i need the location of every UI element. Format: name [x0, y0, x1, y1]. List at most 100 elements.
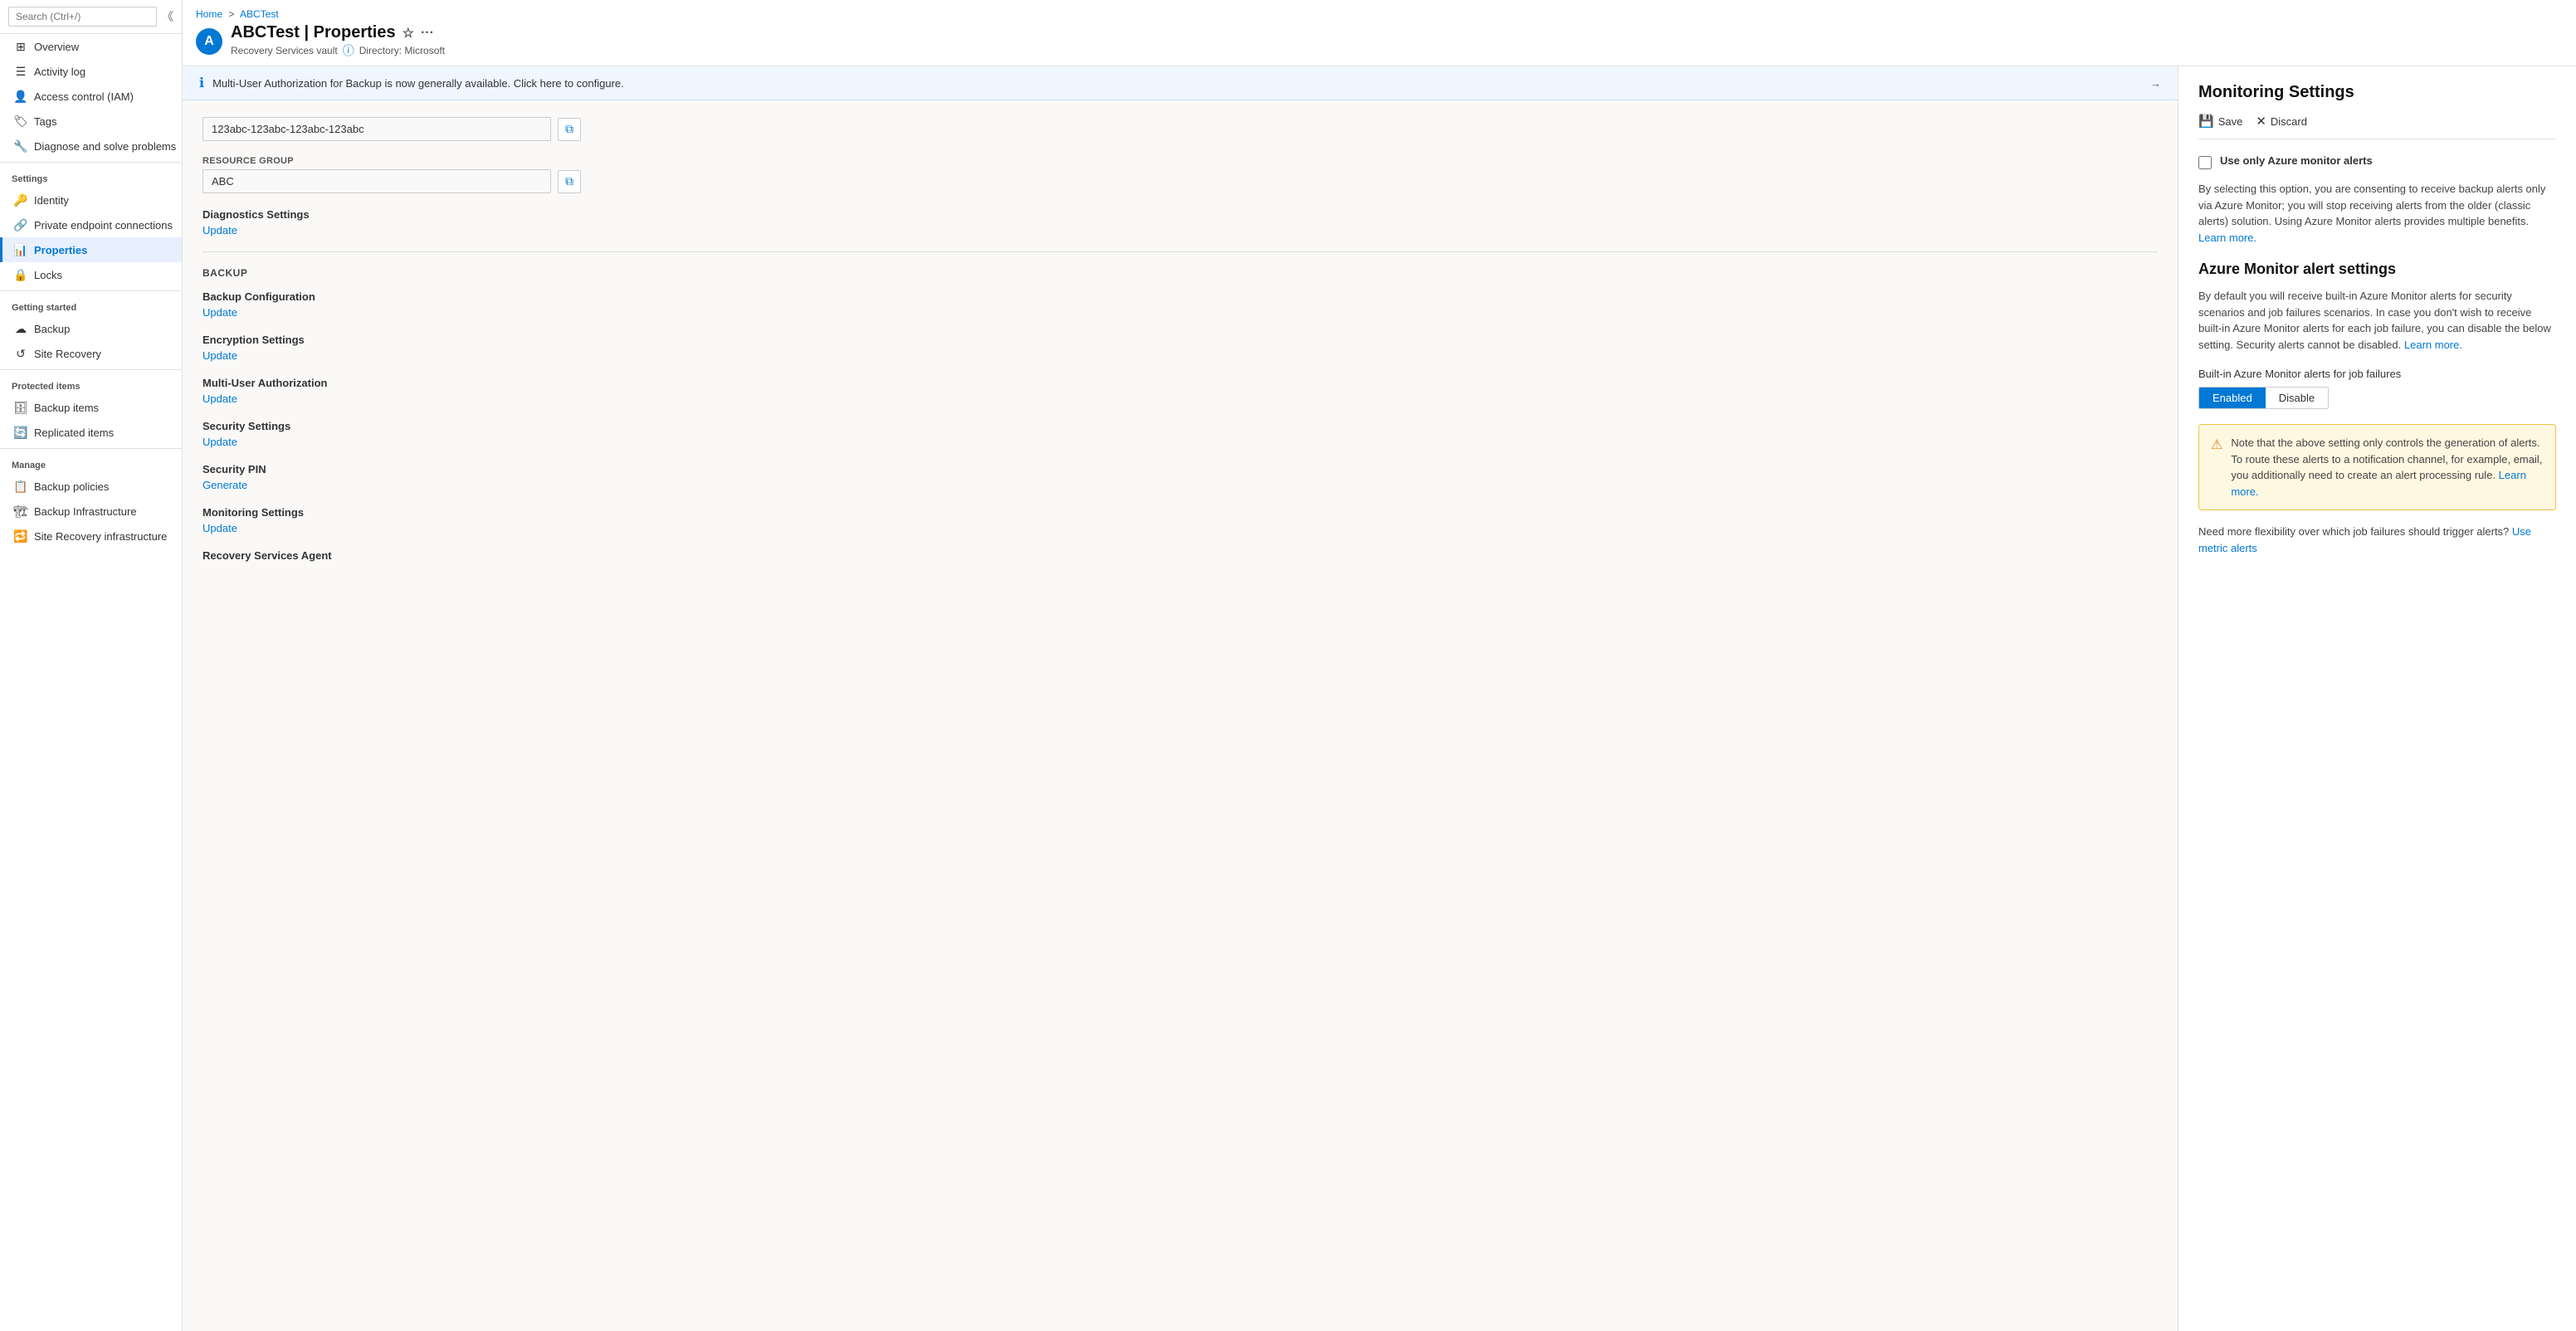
sidebar-item-label: Backup policies	[34, 480, 109, 493]
save-button[interactable]: 💾 Save	[2198, 114, 2242, 129]
backup-infrastructure-icon: 🏗	[14, 505, 27, 518]
security-settings-update-link[interactable]: Update	[202, 436, 237, 448]
sidebar-item-activity-log[interactable]: ☰ Activity log	[0, 59, 182, 84]
learn-more-link-1[interactable]: Learn more.	[2198, 232, 2256, 244]
sidebar-item-site-recovery-infrastructure[interactable]: 🔁 Site Recovery infrastructure	[0, 524, 182, 548]
breadcrumb: Home > ABCTest	[196, 8, 2563, 20]
mua-update-link[interactable]: Update	[202, 392, 237, 405]
collapse-sidebar-button[interactable]: 《	[162, 8, 173, 25]
page-icon: A	[196, 28, 222, 55]
resource-group-input	[202, 169, 551, 193]
sidebar-item-properties[interactable]: 📊 Properties	[0, 237, 182, 262]
monitoring-panel-title: Monitoring Settings	[2198, 83, 2556, 102]
backup-section-heading: BACKUP	[202, 267, 2158, 279]
resource-group-field: Resource group ⧉	[202, 156, 2158, 193]
banner-arrow-icon: →	[2150, 77, 2161, 90]
diagnostics-title: Diagnostics Settings	[202, 208, 2158, 221]
content-area: ℹ Multi-User Authorization for Backup is…	[183, 66, 2576, 1331]
security-pin-generate-link[interactable]: Generate	[202, 479, 247, 491]
sidebar-item-backup-items[interactable]: 🗄 Backup items	[0, 395, 182, 420]
sidebar-item-site-recovery[interactable]: ↺ Site Recovery	[0, 341, 182, 366]
search-input[interactable]	[8, 7, 157, 27]
resource-id-row: ⧉	[202, 117, 2158, 141]
diagnose-icon: 🔧	[14, 139, 27, 153]
security-settings-title: Security Settings	[202, 420, 2158, 432]
backup-config-row: Backup Configuration Update	[202, 290, 2158, 319]
encryption-settings-row: Encryption Settings Update	[202, 334, 2158, 362]
discard-button[interactable]: ✕ Discard	[2256, 114, 2307, 129]
warning-icon: ⚠	[2211, 436, 2222, 456]
site-recovery-infra-icon: 🔁	[14, 529, 27, 543]
azure-monitor-checkbox[interactable]	[2198, 156, 2212, 169]
azure-monitor-alert-description: By default you will receive built-in Azu…	[2198, 288, 2556, 353]
learn-more-link-2[interactable]: Learn more.	[2404, 339, 2462, 351]
metric-alerts-text: Need more flexibility over which job fai…	[2198, 524, 2556, 556]
settings-section-label: Settings	[0, 166, 182, 188]
sidebar-item-identity[interactable]: 🔑 Identity	[0, 188, 182, 212]
sidebar-item-locks[interactable]: 🔒 Locks	[0, 262, 182, 287]
recovery-agent-title: Recovery Services Agent	[202, 549, 2158, 562]
sidebar-item-access-control[interactable]: 👤 Access control (IAM)	[0, 84, 182, 109]
breadcrumb-home[interactable]: Home	[196, 8, 222, 20]
resource-id-field: ⧉	[202, 117, 2158, 141]
sidebar-item-label: Backup	[34, 323, 70, 335]
encryption-title: Encryption Settings	[202, 334, 2158, 346]
sidebar-item-replicated-items[interactable]: 🔄 Replicated items	[0, 420, 182, 445]
sidebar-search-area: 《	[0, 0, 182, 34]
security-settings-row: Security Settings Update	[202, 420, 2158, 448]
breadcrumb-separator: >	[228, 8, 234, 20]
properties-icon: 📊	[14, 243, 27, 256]
sidebar-item-label: Overview	[34, 41, 79, 53]
backup-config-update-link[interactable]: Update	[202, 306, 237, 319]
disable-toggle[interactable]: Disable	[2266, 388, 2328, 408]
monitoring-toolbar: 💾 Save ✕ Discard	[2198, 114, 2556, 139]
sidebar-item-backup-infrastructure[interactable]: 🏗 Backup Infrastructure	[0, 499, 182, 524]
locks-icon: 🔒	[14, 268, 27, 281]
diagnostics-update-link[interactable]: Update	[202, 224, 237, 236]
monitoring-panel: Monitoring Settings 💾 Save ✕ Discard Use…	[2178, 66, 2576, 1331]
encryption-update-link[interactable]: Update	[202, 349, 237, 362]
favorite-icon[interactable]: ☆	[402, 25, 414, 41]
sidebar-item-label: Diagnose and solve problems	[34, 140, 176, 153]
info-icon[interactable]: ⓘ	[343, 42, 354, 59]
properties-panel: ℹ Multi-User Authorization for Backup is…	[183, 66, 2178, 1331]
security-pin-title: Security PIN	[202, 463, 2158, 475]
resource-group-label: Resource group	[202, 156, 2158, 166]
banner-info-icon: ℹ	[199, 75, 204, 91]
sidebar-item-backup[interactable]: ☁ Backup	[0, 316, 182, 341]
access-control-icon: 👤	[14, 90, 27, 103]
sidebar-item-label: Site Recovery	[34, 348, 101, 360]
azure-monitor-checkbox-label: Use only Azure monitor alerts	[2220, 154, 2373, 167]
sidebar-item-label: Properties	[34, 244, 87, 256]
backup-icon: ☁	[14, 322, 27, 335]
monitoring-settings-title: Monitoring Settings	[202, 506, 2158, 519]
properties-body: ⧉ Resource group ⧉ Diagnostics Settings …	[183, 100, 2178, 593]
info-banner[interactable]: ℹ Multi-User Authorization for Backup is…	[183, 66, 2178, 100]
save-label: Save	[2218, 115, 2243, 128]
more-options-icon[interactable]: ···	[421, 26, 434, 41]
banner-text: Multi-User Authorization for Backup is n…	[212, 77, 624, 90]
enabled-toggle[interactable]: Enabled	[2199, 388, 2266, 408]
sidebar-item-private-endpoints[interactable]: 🔗 Private endpoint connections	[0, 212, 182, 237]
sidebar-item-tags[interactable]: 🏷 Tags	[0, 109, 182, 134]
activity-log-icon: ☰	[14, 65, 27, 78]
mua-title: Multi-User Authorization	[202, 377, 2158, 389]
warning-text: Note that the above setting only control…	[2231, 435, 2544, 500]
azure-monitor-description: By selecting this option, you are consen…	[2198, 181, 2556, 246]
site-recovery-icon: ↺	[14, 347, 27, 360]
backup-items-icon: 🗄	[14, 401, 27, 414]
page-title-block: ABCTest | Properties ☆ ··· Recovery Serv…	[231, 23, 445, 59]
copy-resource-id-button[interactable]: ⧉	[558, 118, 581, 141]
breadcrumb-current[interactable]: ABCTest	[240, 8, 279, 20]
sidebar-item-label: Tags	[34, 115, 56, 128]
replicated-items-icon: 🔄	[14, 426, 27, 439]
monitoring-settings-update-link[interactable]: Update	[202, 522, 237, 534]
sidebar-item-diagnose[interactable]: 🔧 Diagnose and solve problems	[0, 134, 182, 158]
protected-items-section-label: Protected items	[0, 373, 182, 395]
sidebar-item-label: Activity log	[34, 66, 85, 78]
sidebar-item-overview[interactable]: ⊞ Overview	[0, 34, 182, 59]
copy-resource-group-button[interactable]: ⧉	[558, 170, 581, 193]
page-title: ABCTest | Properties ☆ ···	[231, 23, 445, 42]
overview-icon: ⊞	[14, 40, 27, 53]
sidebar-item-backup-policies[interactable]: 📋 Backup policies	[0, 474, 182, 499]
